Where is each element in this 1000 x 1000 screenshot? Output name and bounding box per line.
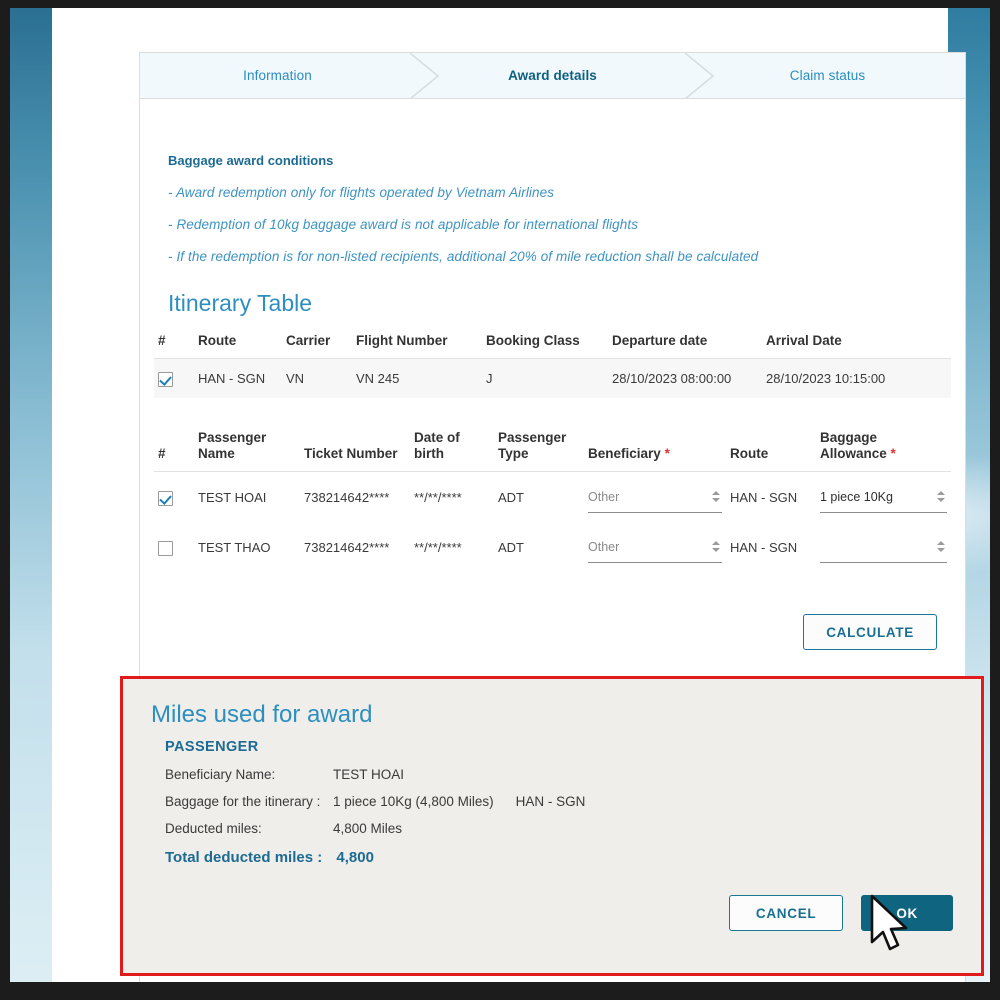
itinerary-cell-flight-number: VN 245 — [352, 358, 482, 398]
itinerary-col-flight-number: Flight Number — [352, 329, 482, 360]
passenger-cell-route: HAN - SGN — [730, 489, 798, 505]
itinerary-col-booking-class: Booking Class — [482, 329, 608, 360]
itinerary-cell-route: HAN - SGN — [194, 358, 282, 398]
passenger-row-checkbox[interactable] — [158, 540, 173, 556]
passenger-col-baggage-label: Baggage Allowance — [820, 429, 887, 461]
miles-total-label: Total deducted miles : — [165, 849, 323, 866]
spinner-arrows-icon — [936, 489, 945, 505]
baggage-allowance-select[interactable]: 1 piece 10Kg — [820, 481, 947, 514]
passenger-col-type: Passenger Type — [494, 425, 584, 473]
itinerary-col-carrier: Carrier — [282, 329, 352, 360]
passenger-cell-type: ADT — [498, 539, 524, 555]
miles-total-row: Total deducted miles : 4,800 — [165, 849, 953, 866]
progress-stepper: Information Award details Claim status — [140, 53, 965, 99]
beneficiary-select-value: Other — [588, 489, 620, 504]
stepper-step-claim-status[interactable]: Claim status — [690, 53, 965, 98]
itinerary-row-checkbox[interactable] — [158, 371, 173, 387]
miles-used-panel: Miles used for award PASSENGER Beneficia… — [120, 676, 984, 976]
passenger-header-row: # Passenger Name Ticket Number Date of b… — [154, 425, 951, 473]
calculate-button-row: CALCULATE — [154, 614, 951, 651]
spinner-arrows-icon — [711, 539, 720, 555]
passenger-cell-name: TEST THAO — [198, 539, 271, 555]
passenger-cell-ticket: 738214642**** — [304, 539, 390, 555]
passenger-col-index: # — [154, 425, 194, 473]
miles-total-value: 4,800 — [336, 849, 374, 866]
table-row: TEST THAO 738214642**** **/**/**** ADT O… — [154, 522, 951, 572]
required-asterisk: * — [890, 446, 896, 461]
passenger-col-baggage: Baggage Allowance * — [816, 425, 951, 473]
beneficiary-select-value: Other — [588, 539, 620, 554]
passenger-row-checkbox[interactable] — [158, 490, 173, 506]
cancel-button[interactable]: CANCEL — [728, 895, 844, 931]
stepper-step-label: Award details — [508, 68, 597, 83]
passenger-col-beneficiary: Beneficiary * — [584, 425, 726, 473]
passenger-cell-name: TEST HOAI — [198, 489, 267, 505]
miles-deducted-row: Deducted miles: 4,800 Miles — [165, 821, 953, 836]
miles-deducted-label: Deducted miles: — [165, 821, 262, 836]
itinerary-col-route: Route — [194, 329, 282, 360]
itinerary-header-row: # Route Carrier Flight Number Booking Cl… — [154, 329, 951, 360]
stepper-step-award-details[interactable]: Award details — [415, 53, 690, 98]
required-asterisk: * — [664, 446, 670, 461]
itinerary-col-departure-date: Departure date — [608, 329, 762, 360]
itinerary-col-arrival-date: Arrival Date — [762, 329, 951, 360]
miles-deducted-value: 4,800 Miles — [333, 821, 403, 836]
itinerary-cell-carrier: VN — [282, 358, 352, 398]
baggage-allowance-select-value: 1 piece 10Kg — [820, 489, 893, 504]
passenger-cell-type: ADT — [498, 489, 524, 505]
miles-baggage-row: Baggage for the itinerary : 1 piece 10Kg… — [165, 794, 953, 809]
beneficiary-select[interactable]: Other — [588, 481, 722, 514]
table-row: TEST HOAI 738214642**** **/**/**** ADT O… — [154, 472, 951, 523]
itinerary-cell-booking-class: J — [482, 358, 608, 398]
sky-background-left — [10, 8, 54, 982]
baggage-conditions-title: Baggage award conditions — [168, 153, 334, 168]
miles-baggage-label: Baggage for the itinerary : — [165, 794, 321, 809]
miles-baggage-route: HAN - SGN — [515, 794, 586, 809]
itinerary-col-index: # — [154, 329, 194, 360]
itinerary-table-title: Itinerary Table — [168, 290, 313, 316]
spinner-arrows-icon — [936, 539, 945, 555]
passenger-cell-route: HAN - SGN — [730, 539, 798, 555]
ok-button[interactable]: OK — [861, 895, 953, 931]
passenger-col-beneficiary-label: Beneficiary — [588, 446, 661, 461]
passenger-cell-dob: **/**/**** — [414, 539, 462, 555]
passenger-cell-ticket: 738214642**** — [304, 489, 390, 505]
stepper-step-information[interactable]: Information — [140, 53, 415, 98]
stepper-step-label: Information — [243, 68, 312, 83]
spinner-arrows-icon — [711, 489, 720, 505]
passenger-col-name: Passenger Name — [194, 425, 300, 473]
browser-page: Information Award details Claim status B… — [52, 8, 984, 982]
passenger-table: # Passenger Name Ticket Number Date of b… — [154, 425, 951, 573]
passenger-col-dob: Date of birth — [410, 425, 494, 473]
itinerary-table: # Route Carrier Flight Number Booking Cl… — [154, 329, 951, 398]
itinerary-cell-departure-date: 28/10/2023 08:00:00 — [608, 358, 762, 398]
itinerary-cell-arrival-date: 28/10/2023 10:15:00 — [762, 358, 951, 398]
passenger-col-ticket: Ticket Number — [300, 425, 410, 473]
miles-baggage-value: 1 piece 10Kg (4,800 Miles) — [333, 794, 494, 809]
miles-beneficiary-value: TEST HOAI — [333, 767, 405, 782]
baggage-condition-line: - If the redemption is for non-listed re… — [168, 249, 759, 264]
baggage-condition-line: - Award redemption only for flights oper… — [168, 185, 555, 200]
stepper-step-label: Claim status — [789, 68, 866, 83]
miles-beneficiary-label: Beneficiary Name: — [165, 767, 276, 782]
calculate-button[interactable]: CALCULATE — [803, 614, 937, 651]
miles-panel-actions: CANCEL OK — [728, 895, 953, 931]
miles-beneficiary-row: Beneficiary Name: TEST HOAI — [165, 767, 953, 782]
miles-passenger-label: PASSENGER — [165, 739, 259, 755]
baggage-condition-line: - Redemption of 10kg baggage award is no… — [168, 217, 639, 232]
miles-panel-title: Miles used for award — [151, 701, 373, 728]
table-row: HAN - SGN VN VN 245 J 28/10/2023 08:00:0… — [154, 358, 951, 398]
baggage-allowance-select[interactable] — [820, 531, 947, 564]
passenger-cell-dob: **/**/**** — [414, 489, 462, 505]
passenger-col-route: Route — [726, 425, 816, 473]
beneficiary-select[interactable]: Other — [588, 531, 722, 564]
